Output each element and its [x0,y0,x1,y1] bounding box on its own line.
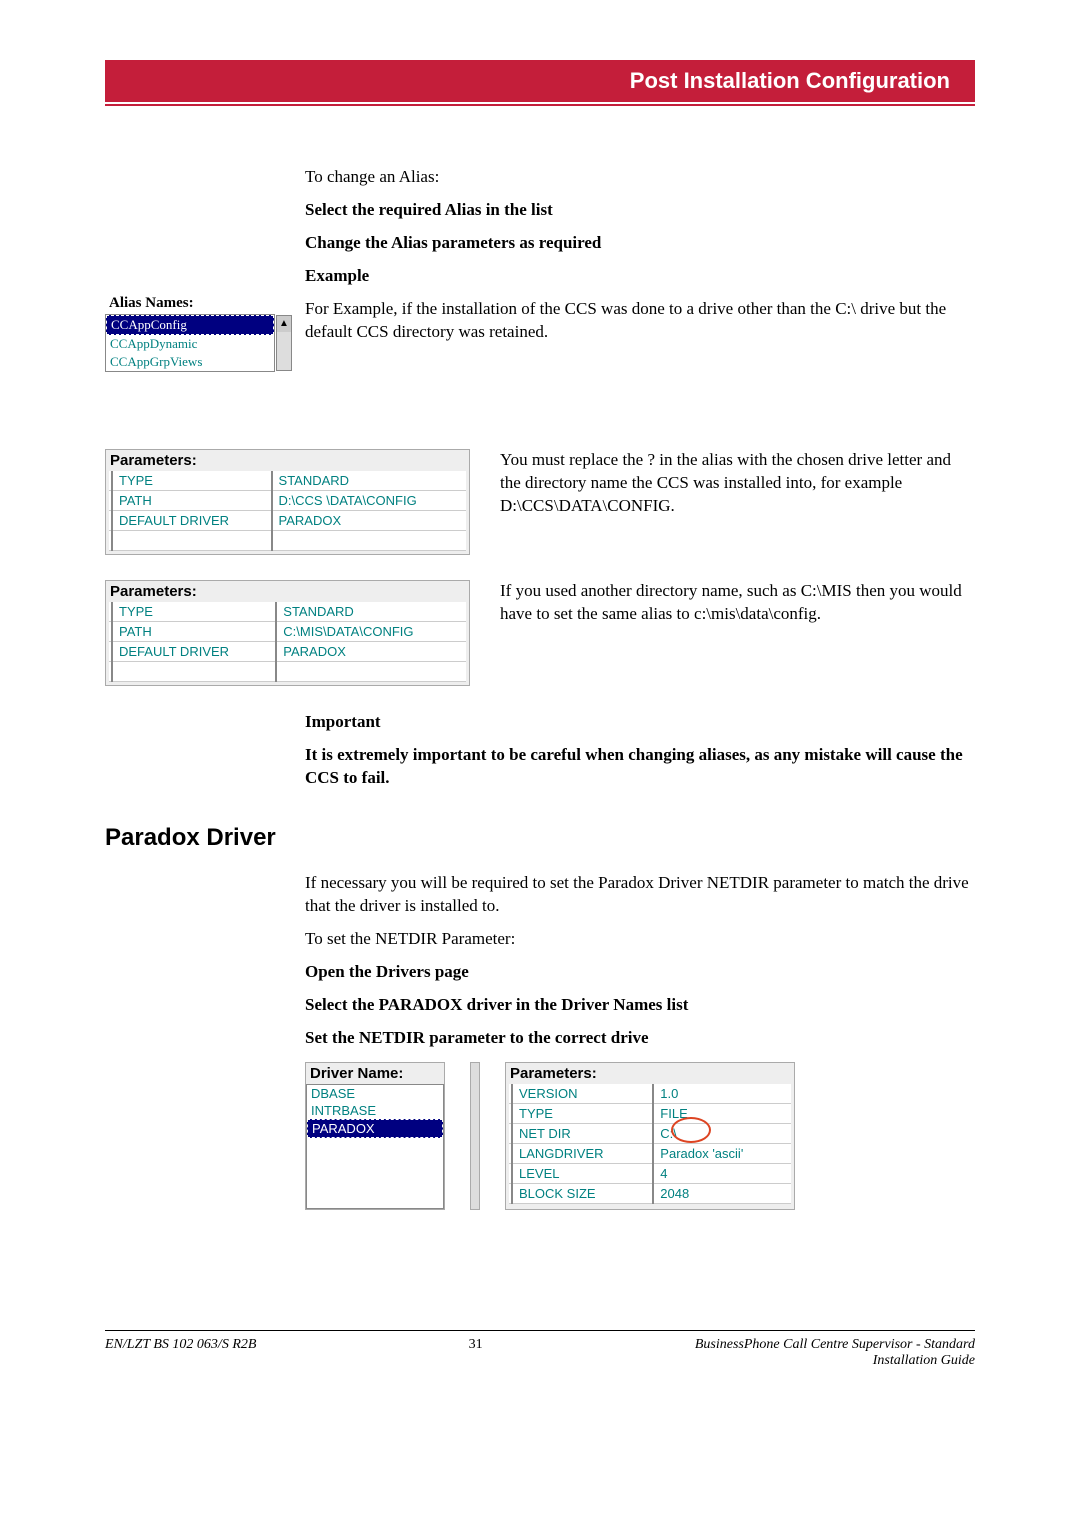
table-row [109,661,466,681]
step-1: Select the required Alias in the list [305,199,975,222]
driver-name-panel: Driver Name: DBASE INTRBASE PARADOX [305,1062,445,1210]
scroll-up-icon[interactable]: ▲ [277,316,291,332]
banner-title: Post Installation Configuration [630,68,950,94]
scrollbar[interactable]: ▲ [276,315,292,371]
table-row: LANGDRIVERParadox 'ascii' [509,1144,791,1164]
table-row: PATHC:\MIS\DATA\CONFIG [109,621,466,641]
intro-text: To change an Alias: [305,166,975,189]
driver-item[interactable]: DBASE [307,1085,443,1102]
driver-parameters-panel: Parameters: VERSION1.0 TYPEFILE NET DIRC… [505,1062,795,1210]
driver-item-selected[interactable]: PARADOX [307,1119,443,1138]
table-row: DEFAULT DRIVERPARADOX [109,510,466,530]
driver-item[interactable]: INTRBASE [307,1102,443,1119]
table-row: VERSION1.0 [509,1084,791,1104]
table-row: LEVEL4 [509,1164,791,1184]
parameters-title-1: Parameters: [106,450,469,471]
param1-side-text: You must replace the ? in the alias with… [500,449,975,518]
annotation-circle-icon [671,1117,711,1143]
parameters-panel-1: Parameters: TYPESTANDARD PATHD:\CCS \DAT… [105,449,470,555]
paradox-step3: Set the NETDIR parameter to the correct … [305,1027,975,1050]
important-text: It is extremely important to be careful … [305,744,975,790]
scroll-track[interactable] [277,332,291,370]
paradox-intro: If necessary you will be required to set… [305,872,975,918]
footer-right: BusinessPhone Call Centre Supervisor - S… [695,1337,975,1369]
driver-list[interactable]: DBASE INTRBASE PARADOX [306,1084,444,1209]
alias-item[interactable]: CCAppDynamic [106,335,274,353]
table-row: DEFAULT DRIVERPARADOX [109,641,466,661]
page-footer: EN/LZT BS 102 063/S R2B 31 BusinessPhone… [105,1330,975,1369]
alias-names-panel: Alias Names: CCAppConfig CCAppDynamic CC… [105,293,275,372]
footer-left: EN/LZT BS 102 063/S R2B [105,1337,256,1369]
important-label: Important [305,711,975,734]
step-2: Change the Alias parameters as required [305,232,975,255]
parameters-title-2: Parameters: [106,581,469,602]
example-label: Example [305,265,975,288]
header-underline [105,104,975,106]
example-text-span: For Example, if the installation of the … [305,299,946,341]
footer-page-number: 31 [446,1337,506,1369]
table-row: NET DIRC:\ [509,1124,791,1144]
table-row: PATHD:\CCS \DATA\CONFIG [109,490,466,510]
driver-parameters-table: VERSION1.0 TYPEFILE NET DIRC:\ LANGDRIVE… [509,1084,791,1204]
table-row: BLOCK SIZE2048 [509,1184,791,1204]
scrollbar[interactable] [470,1062,480,1210]
table-row [109,530,466,550]
driver-name-title: Driver Name: [306,1063,444,1084]
alias-item[interactable]: CCAppGrpViews [106,353,274,371]
parameters-panel-2: Parameters: TYPESTANDARD PATHC:\MIS\DATA… [105,580,470,686]
paradox-step1: Open the Drivers page [305,961,975,984]
header-banner: Post Installation Configuration [105,60,975,102]
parameters-table-2: TYPESTANDARD PATHC:\MIS\DATA\CONFIG DEFA… [109,602,466,682]
table-row: TYPESTANDARD [109,471,466,491]
example-text: For Example, if the installation of the … [305,298,975,344]
alias-item-selected[interactable]: CCAppConfig [106,315,274,335]
param2-side-text: If you used another directory name, such… [500,580,975,626]
parameters-table-1: TYPESTANDARD PATHD:\CCS \DATA\CONFIG DEF… [109,471,466,551]
table-row: TYPESTANDARD [109,602,466,622]
paradox-step2: Select the PARADOX driver in the Driver … [305,994,975,1017]
paradox-step0: To set the NETDIR Parameter: [305,928,975,951]
alias-names-title: Alias Names: [105,293,275,314]
alias-list[interactable]: CCAppConfig CCAppDynamic CCAppGrpViews ▲ [105,314,275,372]
paradox-heading: Paradox Driver [105,824,975,852]
driver-parameters-title: Parameters: [506,1063,794,1084]
table-row: TYPEFILE [509,1104,791,1124]
